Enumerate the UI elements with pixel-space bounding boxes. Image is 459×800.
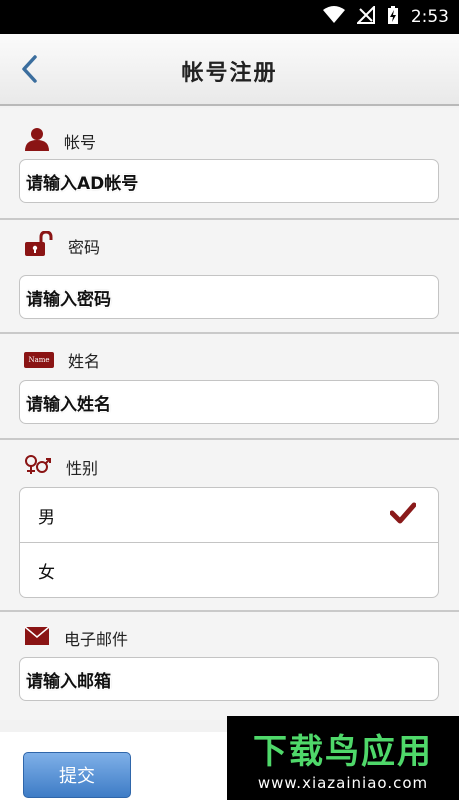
gender-options: 男 女 xyxy=(19,487,439,598)
account-label-row: 帐号 xyxy=(24,127,96,155)
unlock-icon xyxy=(24,230,54,261)
password-input[interactable]: 请输入密码 xyxy=(19,275,439,319)
name-badge-icon: Name xyxy=(24,352,54,368)
name-section: Name 姓名 请输入姓名 xyxy=(0,334,459,440)
password-label: 密码 xyxy=(68,238,101,257)
gender-label-row: 性别 xyxy=(24,453,98,481)
gender-option-label: 女 xyxy=(38,563,55,583)
watermark-url: www.xiazainiao.com xyxy=(257,774,429,792)
no-signal-icon xyxy=(355,4,375,28)
submit-button[interactable]: 提交 xyxy=(23,752,131,798)
nav-bar: 帐号注册 xyxy=(0,34,459,106)
email-section: 电子邮件 请输入邮箱 xyxy=(0,612,459,720)
envelope-icon xyxy=(24,626,50,650)
account-section: 帐号 请输入AD帐号 xyxy=(0,108,459,220)
status-time: 2:53 xyxy=(410,7,449,27)
email-label-row: 电子邮件 xyxy=(24,624,128,652)
gender-label: 性别 xyxy=(66,459,99,478)
page-title: 帐号注册 xyxy=(181,61,278,86)
gender-option-male[interactable]: 男 xyxy=(20,488,438,543)
account-label: 帐号 xyxy=(64,133,97,152)
gender-symbols-icon xyxy=(24,454,52,480)
gender-option-female[interactable]: 女 xyxy=(20,543,438,598)
battery-charging-icon xyxy=(387,5,399,29)
status-icons: 2:53 xyxy=(322,0,449,34)
watermark: 下载鸟应用 www.xiazainiao.com xyxy=(227,716,459,800)
name-input[interactable]: 请输入姓名 xyxy=(19,380,439,424)
email-placeholder: 请输入邮箱 xyxy=(26,671,111,692)
password-label-row: 密码 xyxy=(24,230,101,261)
account-placeholder: 请输入AD帐号 xyxy=(26,173,139,194)
password-section: 密码 请输入密码 xyxy=(0,220,459,334)
gender-option-label: 男 xyxy=(38,507,55,528)
gender-section: 性别 男 女 xyxy=(0,440,459,612)
watermark-title: 下载鸟应用 xyxy=(253,732,433,772)
name-label-row: Name 姓名 xyxy=(24,346,100,374)
name-placeholder: 请输入姓名 xyxy=(26,394,111,415)
user-icon xyxy=(24,127,50,155)
checkmark-icon xyxy=(389,502,417,529)
password-placeholder: 请输入密码 xyxy=(26,289,111,310)
account-input[interactable]: 请输入AD帐号 xyxy=(19,159,439,203)
email-input[interactable]: 请输入邮箱 xyxy=(19,657,439,701)
email-label: 电子邮件 xyxy=(64,630,129,649)
wifi-icon xyxy=(322,6,345,28)
status-bar: 2:53 xyxy=(0,0,459,34)
name-label: 姓名 xyxy=(68,352,101,371)
